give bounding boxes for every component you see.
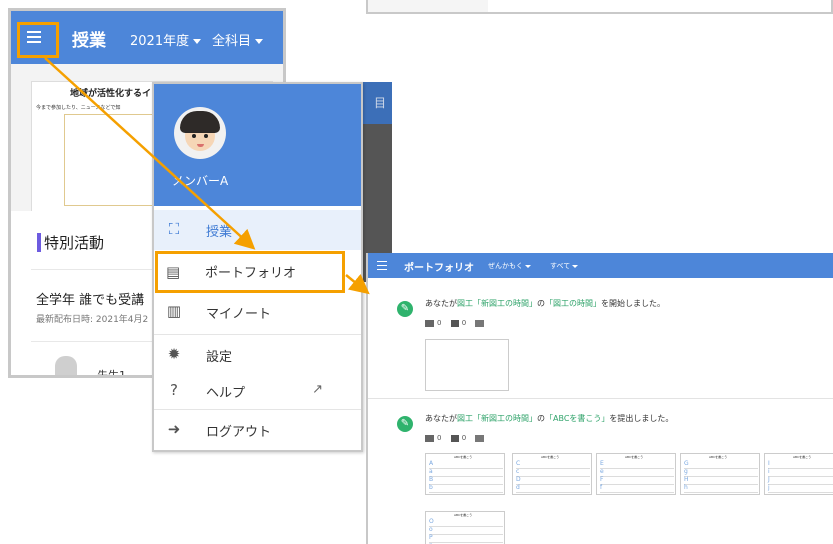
arrow-to-portfolio-window [345, 273, 370, 295]
arrow-to-portfolio-item [44, 57, 256, 250]
annotation-arrows [44, 57, 370, 295]
